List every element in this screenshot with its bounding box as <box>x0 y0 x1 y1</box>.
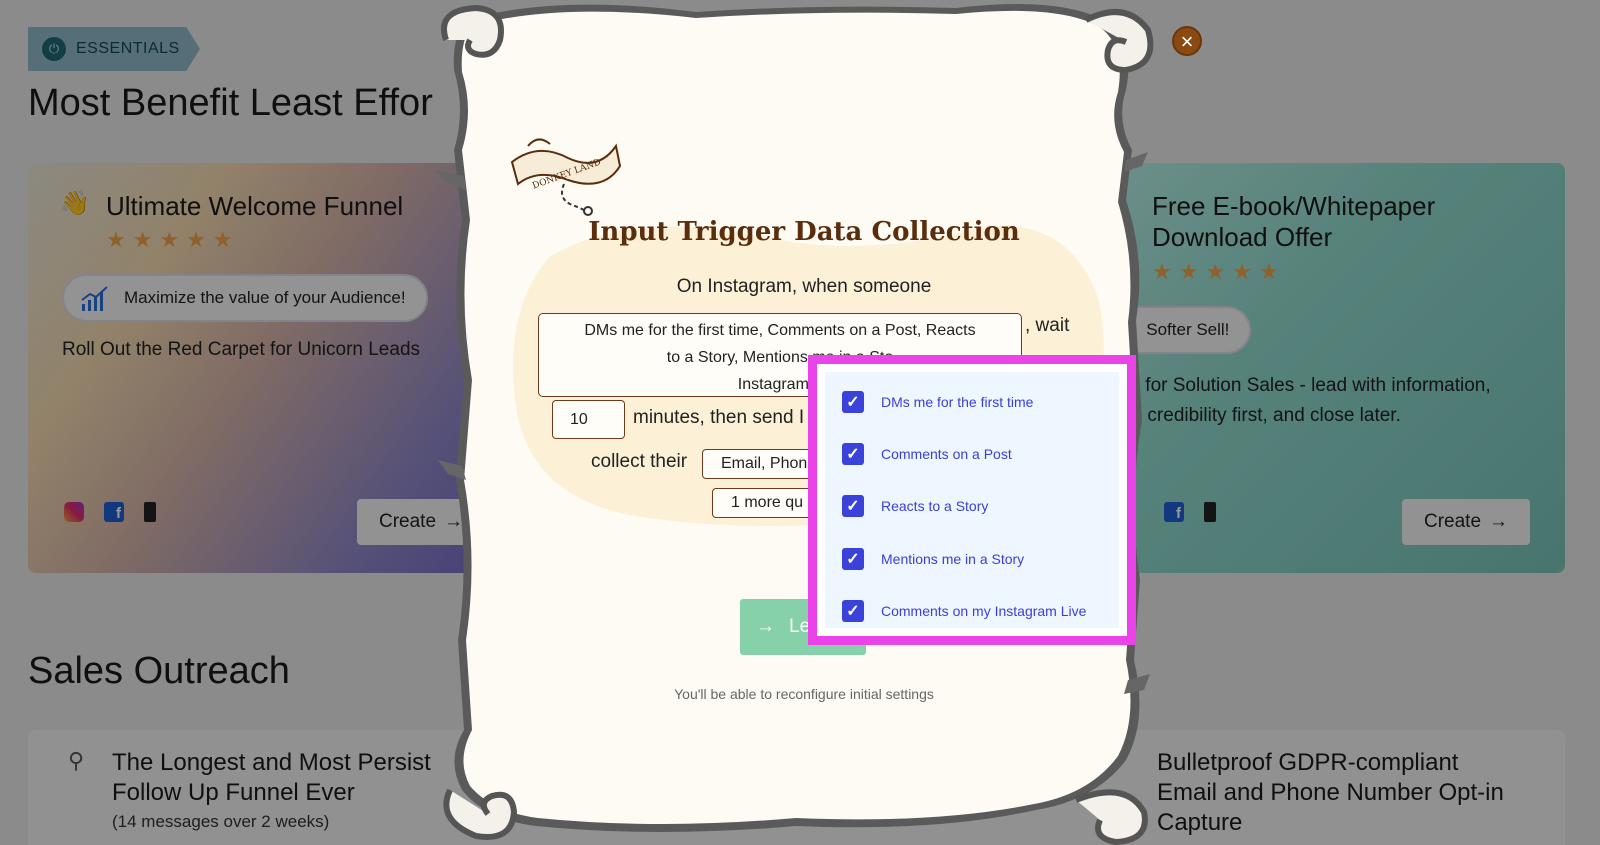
minutes-input[interactable]: 10 <box>552 400 625 439</box>
modal-title: Input Trigger Data Collection <box>588 217 1020 247</box>
checkbox-checked-icon[interactable]: ✓ <box>842 443 864 465</box>
intro-text: On Instagram, when someone <box>676 276 932 297</box>
option-mentions-story[interactable]: ✓ Mentions me in a Story <box>842 547 1024 571</box>
option-label: DMs me for the first time <box>881 394 1034 410</box>
option-label: Reacts to a Story <box>881 498 989 514</box>
option-comments-post[interactable]: ✓ Comments on a Post <box>842 442 1012 466</box>
close-icon[interactable]: × <box>1172 26 1202 56</box>
donkey-land-logo: DONKEY LAND <box>510 138 622 216</box>
option-comments-live[interactable]: ✓ Comments on my Instagram Live <box>842 599 1086 623</box>
option-label: Comments on a Post <box>881 446 1012 462</box>
trigger-dropdown: ✓ DMs me for the first time ✓ Comments o… <box>808 355 1136 645</box>
checkbox-checked-icon[interactable]: ✓ <box>842 495 864 517</box>
option-dms-first-time[interactable]: ✓ DMs me for the first time <box>842 390 1033 414</box>
trigger-line: DMs me for the first time, Comments on a… <box>584 322 976 339</box>
collect-text: collect their <box>591 451 688 472</box>
option-label: Mentions me in a Story <box>881 551 1025 567</box>
checkbox-checked-icon[interactable]: ✓ <box>842 391 864 413</box>
arrow-right-icon: → <box>756 616 775 637</box>
dropdown-list: ✓ DMs me for the first time ✓ Comments o… <box>825 372 1119 628</box>
option-reacts-story[interactable]: ✓ Reacts to a Story <box>842 494 988 518</box>
checkbox-checked-icon[interactable]: ✓ <box>842 548 864 570</box>
minutes-text: minutes, then send I <box>633 407 805 428</box>
wait-text: , wait <box>1025 315 1070 336</box>
checkbox-checked-icon[interactable]: ✓ <box>842 600 864 622</box>
footnote: You'll be able to reconfigure initial se… <box>674 686 934 702</box>
option-label: Comments on my Instagram Live <box>881 603 1087 619</box>
